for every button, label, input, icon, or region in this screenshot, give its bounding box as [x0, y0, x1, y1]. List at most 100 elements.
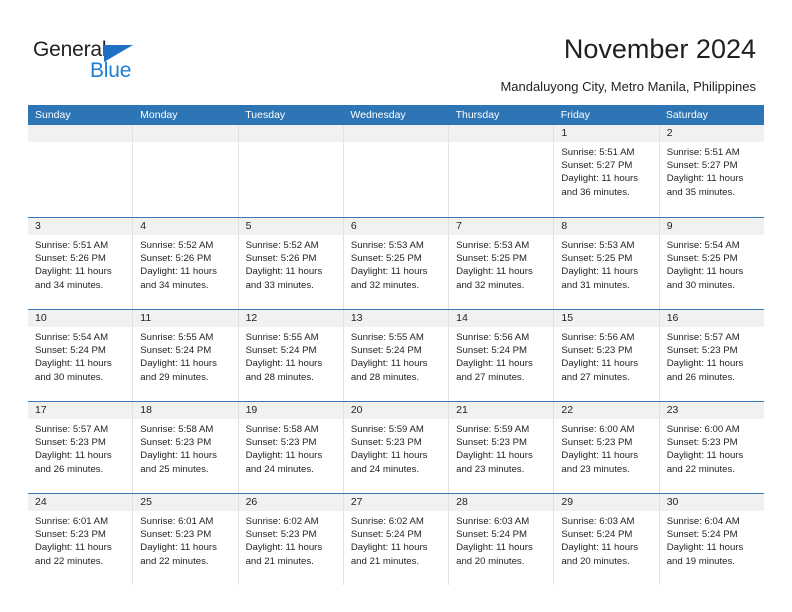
day-details: Sunrise: 5:56 AM Sunset: 5:24 PM Dayligh… — [449, 327, 553, 384]
sunrise-text: Sunrise: 5:55 AM — [140, 332, 214, 343]
day-cell[interactable]: 17 Sunrise: 5:57 AM Sunset: 5:23 PM Dayl… — [28, 402, 134, 493]
sunset-text: Sunset: 5:24 PM — [350, 345, 422, 357]
daylight-text: Daylight: 11 hours and 30 minutes. — [35, 358, 112, 383]
day-cell[interactable]: 4 Sunrise: 5:52 AM Sunset: 5:26 PM Dayli… — [133, 218, 239, 309]
day-cell[interactable]: 1 Sunrise: 5:51 AM Sunset: 5:27 PM Dayli… — [554, 125, 660, 217]
sunrise-text: Sunrise: 5:56 AM — [561, 332, 635, 343]
day-cell[interactable]: 25 Sunrise: 6:01 AM Sunset: 5:23 PM Dayl… — [133, 494, 239, 585]
sunrise-text: Sunrise: 6:00 AM — [561, 424, 635, 435]
day-cell[interactable]: 8 Sunrise: 5:53 AM Sunset: 5:25 PM Dayli… — [554, 218, 660, 309]
day-cell[interactable]: 27 Sunrise: 6:02 AM Sunset: 5:24 PM Dayl… — [343, 494, 450, 585]
day-number: 4 — [140, 220, 147, 232]
sunrise-text: Sunrise: 5:57 AM — [35, 424, 109, 435]
day-cell[interactable] — [28, 125, 134, 217]
sunset-text: Sunset: 5:26 PM — [140, 253, 212, 265]
day-cell[interactable]: 15 Sunrise: 5:56 AM Sunset: 5:23 PM Dayl… — [554, 310, 660, 401]
week-row: 24 Sunrise: 6:01 AM Sunset: 5:23 PM Dayl… — [28, 493, 764, 585]
day-number: 10 — [35, 312, 47, 324]
day-number: 13 — [350, 312, 363, 324]
day-number-strip: 26 — [238, 494, 343, 511]
day-cell[interactable]: 14 Sunrise: 5:56 AM Sunset: 5:24 PM Dayl… — [449, 310, 555, 401]
day-cell[interactable]: 9 Sunrise: 5:54 AM Sunset: 5:25 PM Dayli… — [659, 218, 764, 309]
day-cell[interactable]: 24 Sunrise: 6:01 AM Sunset: 5:23 PM Dayl… — [28, 494, 134, 585]
day-cell[interactable]: 12 Sunrise: 5:55 AM Sunset: 5:24 PM Dayl… — [238, 310, 344, 401]
sunset-text: Sunset: 5:25 PM — [350, 253, 422, 265]
daylight-text: Daylight: 11 hours and 33 minutes. — [245, 266, 323, 291]
page-subtitle: Mandaluyong City, Metro Manila, Philippi… — [500, 79, 756, 94]
day-number-strip: 22 — [554, 402, 659, 419]
day-cell[interactable]: 28 Sunrise: 6:03 AM Sunset: 5:24 PM Dayl… — [449, 494, 555, 585]
day-cell[interactable]: 30 Sunrise: 6:04 AM Sunset: 5:24 PM Dayl… — [659, 494, 764, 585]
day-cell[interactable]: 11 Sunrise: 5:55 AM Sunset: 5:24 PM Dayl… — [133, 310, 239, 401]
day-cell[interactable] — [343, 125, 450, 217]
sunset-text: Sunset: 5:26 PM — [245, 253, 317, 265]
day-number-strip: 8 — [554, 218, 659, 235]
day-cell[interactable]: 19 Sunrise: 5:58 AM Sunset: 5:23 PM Dayl… — [238, 402, 344, 493]
sunset-text: Sunset: 5:24 PM — [561, 529, 633, 541]
daylight-text: Daylight: 11 hours and 27 minutes. — [456, 358, 533, 383]
day-cell[interactable]: 16 Sunrise: 5:57 AM Sunset: 5:23 PM Dayl… — [659, 310, 764, 401]
day-number-strip: 12 — [238, 310, 343, 327]
day-cell[interactable]: 18 Sunrise: 5:58 AM Sunset: 5:23 PM Dayl… — [133, 402, 239, 493]
day-cell[interactable] — [133, 125, 239, 217]
day-cell[interactable]: 5 Sunrise: 5:52 AM Sunset: 5:26 PM Dayli… — [238, 218, 344, 309]
day-cell[interactable]: 2 Sunrise: 5:51 AM Sunset: 5:27 PM Dayli… — [659, 125, 764, 217]
sunset-text: Sunset: 5:24 PM — [35, 345, 106, 357]
daylight-text: Daylight: 11 hours and 25 minutes. — [140, 450, 217, 475]
sunset-text: Sunset: 5:25 PM — [666, 253, 738, 265]
day-cell[interactable]: 21 Sunrise: 5:59 AM Sunset: 5:23 PM Dayl… — [449, 402, 555, 493]
day-number-strip: 27 — [343, 494, 449, 511]
day-number: 21 — [456, 404, 468, 416]
day-number: 14 — [456, 312, 468, 324]
sunrise-text: Sunrise: 5:51 AM — [35, 240, 109, 251]
sunset-text: Sunset: 5:23 PM — [350, 437, 422, 449]
day-cell[interactable] — [238, 125, 344, 217]
sunrise-text: Sunrise: 5:54 AM — [35, 332, 109, 343]
day-details: Sunrise: 6:01 AM Sunset: 5:23 PM Dayligh… — [133, 511, 237, 568]
daylight-text: Daylight: 11 hours and 27 minutes. — [561, 358, 639, 383]
day-number-strip — [238, 125, 343, 142]
sunrise-text: Sunrise: 6:02 AM — [350, 516, 424, 527]
day-number-strip: 7 — [449, 218, 554, 235]
sunset-text: Sunset: 5:25 PM — [561, 253, 633, 265]
day-number-strip: 13 — [343, 310, 449, 327]
day-number: 20 — [350, 404, 363, 416]
day-cell[interactable]: 6 Sunrise: 5:53 AM Sunset: 5:25 PM Dayli… — [343, 218, 450, 309]
day-cell[interactable]: 10 Sunrise: 5:54 AM Sunset: 5:24 PM Dayl… — [28, 310, 134, 401]
day-details: Sunrise: 5:59 AM Sunset: 5:23 PM Dayligh… — [449, 419, 553, 476]
day-cell[interactable]: 20 Sunrise: 5:59 AM Sunset: 5:23 PM Dayl… — [343, 402, 450, 493]
brand-logo[interactable]: General Blue — [33, 38, 163, 84]
day-details: Sunrise: 6:03 AM Sunset: 5:24 PM Dayligh… — [449, 511, 553, 568]
day-cell[interactable]: 13 Sunrise: 5:55 AM Sunset: 5:24 PM Dayl… — [343, 310, 450, 401]
day-number-strip: 15 — [554, 310, 659, 327]
calendar-page: General Blue November 2024 Mandaluyong C… — [0, 0, 792, 612]
sunset-text: Sunset: 5:23 PM — [666, 345, 738, 357]
day-number: 2 — [666, 127, 673, 139]
sunrise-text: Sunrise: 5:52 AM — [140, 240, 214, 251]
day-cell[interactable]: 29 Sunrise: 6:03 AM Sunset: 5:24 PM Dayl… — [554, 494, 660, 585]
day-number: 11 — [140, 312, 152, 324]
sunset-text: Sunset: 5:23 PM — [666, 437, 738, 449]
day-number-strip: 30 — [659, 494, 764, 511]
daylight-text: Daylight: 11 hours and 20 minutes. — [456, 542, 533, 567]
weekday-header-friday: Friday — [560, 109, 590, 121]
day-number-strip: 10 — [28, 310, 133, 327]
weekday-header-tuesday: Tuesday — [245, 109, 286, 121]
day-number-strip — [133, 125, 238, 142]
day-number: 5 — [245, 220, 252, 232]
day-cell[interactable]: 23 Sunrise: 6:00 AM Sunset: 5:23 PM Dayl… — [659, 402, 764, 493]
day-cell[interactable] — [449, 125, 555, 217]
sunrise-text: Sunrise: 5:53 AM — [456, 240, 530, 251]
day-number-strip — [343, 125, 449, 142]
daylight-text: Daylight: 11 hours and 19 minutes. — [666, 542, 744, 567]
day-cell[interactable]: 7 Sunrise: 5:53 AM Sunset: 5:25 PM Dayli… — [449, 218, 555, 309]
sunset-text: Sunset: 5:25 PM — [456, 253, 528, 265]
sunrise-text: Sunrise: 6:04 AM — [666, 516, 740, 527]
sunset-text: Sunset: 5:23 PM — [456, 437, 528, 449]
day-cell[interactable]: 22 Sunrise: 6:00 AM Sunset: 5:23 PM Dayl… — [554, 402, 660, 493]
day-details: Sunrise: 5:54 AM Sunset: 5:24 PM Dayligh… — [28, 327, 132, 384]
daylight-text: Daylight: 11 hours and 31 minutes. — [561, 266, 639, 291]
day-details: Sunrise: 5:55 AM Sunset: 5:24 PM Dayligh… — [239, 327, 343, 384]
day-cell[interactable]: 26 Sunrise: 6:02 AM Sunset: 5:23 PM Dayl… — [238, 494, 344, 585]
day-cell[interactable]: 3 Sunrise: 5:51 AM Sunset: 5:26 PM Dayli… — [28, 218, 134, 309]
